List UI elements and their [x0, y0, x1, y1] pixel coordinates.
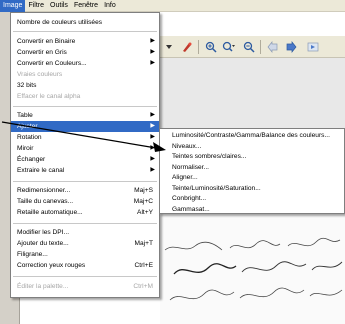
menu-info[interactable]: Info — [101, 0, 119, 12]
submenu-arrow-icon: ▶ — [150, 60, 155, 66]
menu-item-label: 32 bits — [17, 82, 37, 89]
toolbar-separator — [198, 40, 199, 54]
submenu-item-niveaux[interactable]: Niveaux... — [160, 142, 344, 153]
submenu-item-teintes[interactable]: Teintes sombres/claires... — [160, 152, 344, 163]
menu-item-modifier-dpi[interactable]: Modifier les DPI... — [11, 227, 159, 238]
menu-item-extraire-canal[interactable]: Extraire le canal ▶ — [11, 165, 159, 176]
menu-item-label: Convertir en Binaire — [17, 38, 76, 45]
menu-item-label: Taille du canevas... — [17, 198, 74, 205]
menu-item-editer-palette: Éditer la palette... Ctrl+M — [11, 281, 159, 292]
menu-item-label: Échanger — [17, 156, 46, 163]
menu-outils[interactable]: Outils — [47, 0, 71, 12]
menu-item-label: Éditer la palette... — [17, 283, 69, 290]
submenu-item-label: Gammasat... — [172, 205, 210, 213]
menu-item-label: Convertir en Couleurs... — [17, 60, 87, 67]
image-menu: Nombre de couleurs utilisées Convertir e… — [10, 12, 160, 298]
menu-separator — [13, 276, 157, 277]
shortcut-label: Ctrl+M — [133, 283, 153, 290]
menu-item-label: Extraire le canal — [17, 167, 65, 174]
menu-item-label: Convertir en Gris — [17, 49, 67, 56]
submenu-arrow-icon: ▶ — [150, 49, 155, 55]
document-image — [160, 214, 345, 324]
shortcut-label: Alt+Y — [137, 209, 153, 216]
menu-item-ajuster[interactable]: Ajuster ▶ — [11, 121, 159, 132]
menu-item-label: Ajouter du texte... — [17, 240, 69, 247]
menu-item-label: Rotation — [17, 134, 42, 141]
menu-item-convertir-binaire[interactable]: Convertir en Binaire ▶ — [11, 36, 159, 47]
menu-item-label: Vraies couleurs — [17, 71, 63, 78]
red-eye-icon[interactable] — [180, 40, 194, 54]
dropdown-icon[interactable] — [162, 40, 176, 54]
menu-item-label: Nombre de couleurs utilisées — [17, 19, 103, 26]
menu-item-convertir-gris[interactable]: Convertir en Gris ▶ — [11, 47, 159, 58]
menu-item-32-bits[interactable]: 32 bits — [11, 80, 159, 91]
zoom-out-icon[interactable] — [242, 40, 256, 54]
submenu-item-conbright[interactable]: Conbright... — [160, 194, 344, 205]
menu-item-correction-yeux-rouges[interactable]: Correction yeux rouges Ctrl+E — [11, 260, 159, 271]
menu-item-label: Ajuster — [17, 123, 38, 130]
submenu-item-label: Luminosité/Contraste/Gamma/Balance des c… — [172, 132, 330, 139]
menu-item-ajouter-texte[interactable]: Ajouter du texte... Maj+T — [11, 238, 159, 249]
menu-item-table[interactable]: Table ▶ — [11, 110, 159, 121]
ajuster-submenu: Luminosité/Contraste/Gamma/Balance des c… — [159, 128, 345, 214]
menu-separator — [13, 106, 157, 107]
menu-item-filigrane[interactable]: Filigrane... — [11, 249, 159, 260]
forward-arrow-icon[interactable] — [284, 40, 298, 54]
menu-item-redimensionner[interactable]: Redimensionner... Maj+S — [11, 185, 159, 196]
submenu-arrow-icon: ▶ — [150, 167, 155, 173]
menu-item-label: Miroir — [17, 145, 34, 152]
submenu-arrow-icon: ▶ — [150, 145, 155, 151]
submenu-item-label: Teinte/Luminosité/Saturation... — [172, 184, 261, 192]
menu-item-retaille-auto[interactable]: Retaille automatique... Alt+Y — [11, 207, 159, 218]
submenu-item-teinte-luminosite[interactable]: Teinte/Luminosité/Saturation... — [160, 184, 344, 195]
menu-item-taille-canevas[interactable]: Taille du canevas... Maj+C — [11, 196, 159, 207]
submenu-item-label: Niveaux... — [172, 142, 202, 150]
submenu-item-label: Aligner... — [172, 174, 198, 181]
shortcut-label: Maj+C — [133, 198, 153, 205]
submenu-arrow-icon: ▶ — [150, 156, 155, 162]
submenu-item-normaliser[interactable]: Normaliser... — [160, 163, 344, 174]
submenu-arrow-icon: ▶ — [150, 38, 155, 44]
menu-item-label: Table — [17, 112, 33, 119]
menu-item-label: Effacer le canal alpha — [17, 93, 81, 100]
menu-item-effacer-canal-alpha: Effacer le canal alpha — [11, 91, 159, 102]
menu-item-label: Retaille automatique... — [17, 209, 83, 216]
menu-item-miroir[interactable]: Miroir ▶ — [11, 143, 159, 154]
zoom-in-icon[interactable] — [204, 40, 218, 54]
menu-image[interactable]: Image — [0, 0, 26, 12]
menu-fenetre[interactable]: Fenêtre — [71, 0, 101, 12]
menu-separator — [13, 181, 157, 182]
submenu-item-label: Teintes sombres/claires... — [172, 153, 247, 160]
menu-separator — [13, 223, 157, 224]
zoom-in-dropdown-icon[interactable] — [222, 40, 236, 54]
submenu-item-luminosite-contraste[interactable]: Luminosité/Contraste/Gamma/Balance des c… — [160, 131, 344, 142]
shortcut-label: Ctrl+E — [134, 262, 153, 269]
shortcut-label: Maj+S — [134, 187, 153, 194]
menu-item-rotation[interactable]: Rotation ▶ — [11, 132, 159, 143]
menu-item-echanger[interactable]: Échanger ▶ — [11, 154, 159, 165]
menu-item-convertir-couleurs[interactable]: Convertir en Couleurs... ▶ — [11, 58, 159, 69]
menu-item-label: Redimensionner... — [17, 187, 71, 194]
menu-bar: Image Filtre Outils Fenêtre Info — [0, 0, 345, 12]
submenu-item-aligner[interactable]: Aligner... — [160, 173, 344, 184]
menu-item-nombre-couleurs[interactable]: Nombre de couleurs utilisées — [11, 17, 159, 28]
back-arrow-icon[interactable] — [266, 40, 280, 54]
menu-item-label: Correction yeux rouges — [17, 262, 86, 269]
submenu-arrow-icon: ▶ — [150, 123, 155, 129]
handwriting-image — [160, 214, 345, 324]
toolbar-separator — [260, 40, 261, 54]
submenu-item-gammasat[interactable]: Gammasat... — [160, 205, 344, 216]
menu-filtre[interactable]: Filtre — [25, 0, 47, 12]
menu-item-label: Filigrane... — [17, 251, 48, 258]
submenu-item-label: Normaliser... — [172, 163, 210, 171]
menu-item-label: Modifier les DPI... — [17, 229, 70, 236]
submenu-arrow-icon: ▶ — [150, 134, 155, 140]
submenu-arrow-icon: ▶ — [150, 112, 155, 118]
menu-item-vraies-couleurs: Vraies couleurs — [11, 69, 159, 80]
submenu-item-label: Conbright... — [172, 195, 207, 202]
toolbar — [160, 36, 345, 58]
menu-separator — [13, 31, 157, 32]
shortcut-label: Maj+T — [134, 240, 153, 247]
next-icon[interactable] — [306, 40, 320, 54]
